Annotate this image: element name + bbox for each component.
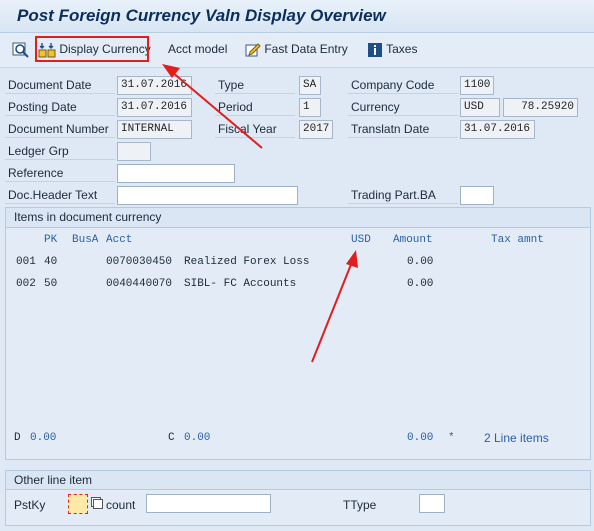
arrow-to-display-currency bbox=[162, 64, 263, 149]
arrow-to-usd-column bbox=[311, 250, 358, 363]
annotation-arrows bbox=[162, 64, 358, 363]
